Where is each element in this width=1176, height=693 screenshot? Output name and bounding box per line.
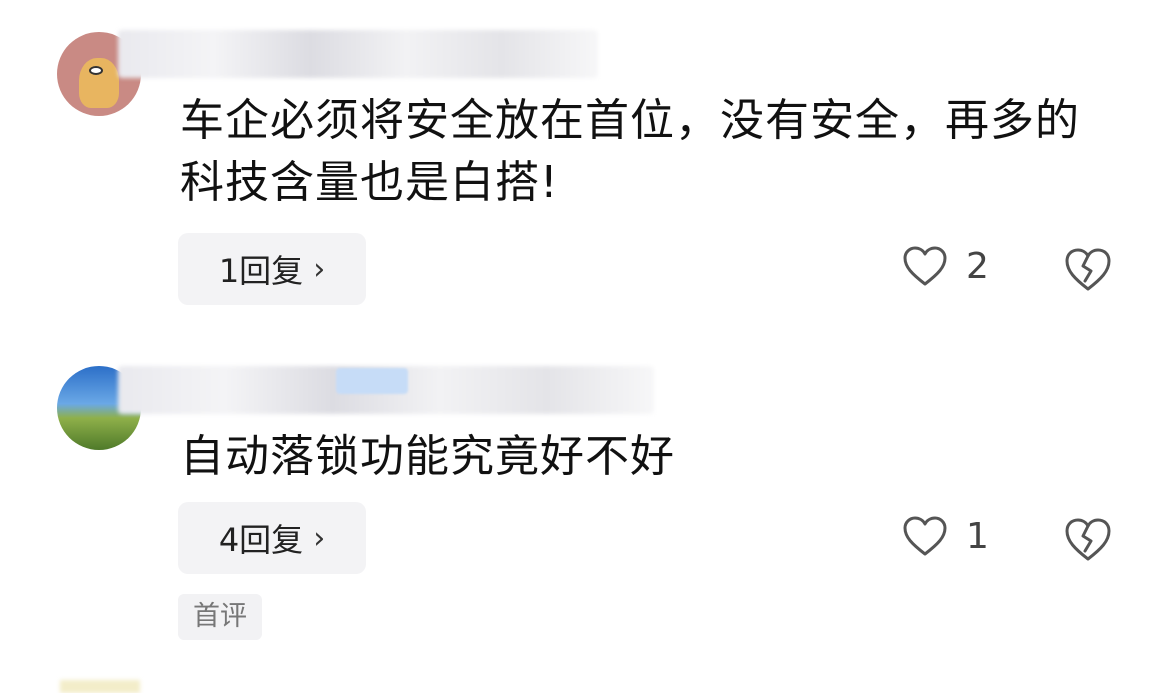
avatar-eye [89,66,103,75]
chevron-right-icon: › [313,520,326,556]
username-redacted-accent [336,368,408,394]
like-count: 2 [966,245,989,287]
comment-text: 自动落锁功能究竟好不好 [180,431,675,482]
comment-text: 车企必须将安全放在首位，没有安全，再多的科技含量也是白搭! [180,95,1080,208]
view-replies-button[interactable]: 1回复 › [178,233,366,305]
comment-list: 车企必须将安全放在首位，没有安全，再多的科技含量也是白搭! 1回复 › 2 自动… [0,0,1176,693]
view-replies-button[interactable]: 4回复 › [178,502,366,574]
broken-heart-icon[interactable] [1063,244,1113,294]
reply-count-label: 4回复 [218,521,304,559]
like-button[interactable]: 1 [902,506,989,566]
comment-item: 车企必须将安全放在首位，没有安全，再多的科技含量也是白搭! 1回复 › 2 [0,0,1176,320]
broken-heart-icon[interactable] [1063,514,1113,564]
heart-outline-icon [903,246,947,286]
chevron-right-icon: › [313,251,326,287]
username-redacted[interactable] [118,30,598,78]
like-button[interactable]: 2 [902,236,989,296]
first-comment-badge: 首评 [178,594,262,640]
comment-item: 自动落锁功能究竟好不好 4回复 › 1 首评 [0,340,1176,650]
like-count: 1 [966,515,989,557]
heart-outline-icon [903,516,947,556]
reply-count-label: 1回复 [218,252,304,290]
next-comment-avatar-partial [60,680,140,693]
